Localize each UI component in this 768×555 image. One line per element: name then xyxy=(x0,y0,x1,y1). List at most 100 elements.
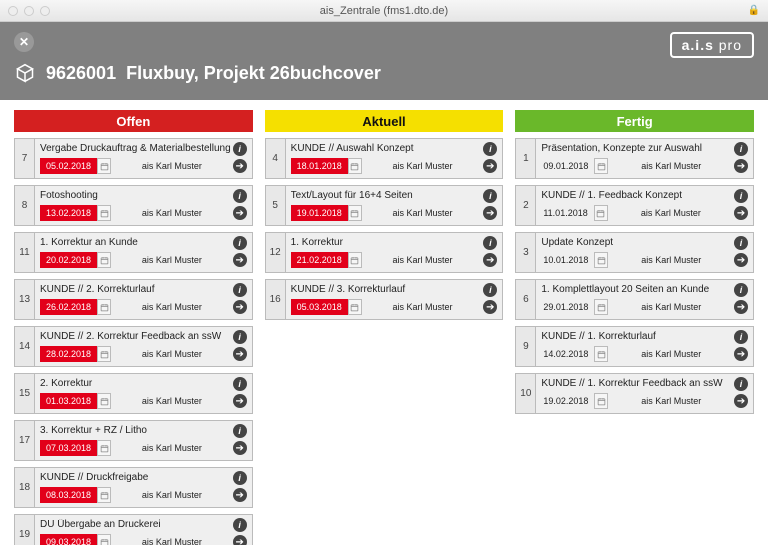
calendar-icon[interactable] xyxy=(594,205,608,221)
calendar-icon[interactable] xyxy=(97,487,111,503)
task-card[interactable]: 8Fotoshootingi13.02.2018ais Karl Muster➔ xyxy=(14,185,253,226)
window-min-dot[interactable] xyxy=(24,6,34,16)
info-icon[interactable]: i xyxy=(233,283,247,297)
task-card[interactable]: 13KUNDE // 2. Korrekturlaufi26.02.2018ai… xyxy=(14,279,253,320)
arrow-right-icon[interactable]: ➔ xyxy=(734,394,748,408)
info-icon[interactable]: i xyxy=(483,189,497,203)
task-card[interactable]: 61. Komplettlayout 20 Seiten an Kundei29… xyxy=(515,279,754,320)
arrow-right-icon[interactable]: ➔ xyxy=(483,253,497,267)
calendar-icon[interactable] xyxy=(348,252,362,268)
info-icon[interactable]: i xyxy=(734,330,748,344)
info-icon[interactable]: i xyxy=(734,189,748,203)
calendar-icon[interactable] xyxy=(594,158,608,174)
arrow-right-icon[interactable]: ➔ xyxy=(483,300,497,314)
task-card[interactable]: 19DU Übergabe an Druckereii09.03.2018ais… xyxy=(14,514,253,545)
arrow-right-icon[interactable]: ➔ xyxy=(483,159,497,173)
close-button[interactable]: ✕ xyxy=(14,32,34,52)
task-date[interactable]: 13.02.2018 xyxy=(40,205,111,221)
info-icon[interactable]: i xyxy=(734,377,748,391)
calendar-icon[interactable] xyxy=(97,252,111,268)
task-card[interactable]: 4KUNDE // Auswahl Konzepti18.01.2018ais … xyxy=(265,138,504,179)
calendar-icon[interactable] xyxy=(97,158,111,174)
task-date[interactable]: 29.01.2018 xyxy=(541,299,608,315)
task-card[interactable]: 18KUNDE // Druckfreigabei08.03.2018ais K… xyxy=(14,467,253,508)
calendar-icon[interactable] xyxy=(348,299,362,315)
task-card[interactable]: 2KUNDE // 1. Feedback Konzepti11.01.2018… xyxy=(515,185,754,226)
task-card[interactable]: 7Vergabe Druckauftrag & Materialbestellu… xyxy=(14,138,253,179)
info-icon[interactable]: i xyxy=(233,189,247,203)
info-icon[interactable]: i xyxy=(233,471,247,485)
column-lane-open[interactable]: 7Vergabe Druckauftrag & Materialbestellu… xyxy=(14,132,253,545)
arrow-right-icon[interactable]: ➔ xyxy=(233,488,247,502)
calendar-icon[interactable] xyxy=(594,252,608,268)
info-icon[interactable]: i xyxy=(233,236,247,250)
info-icon[interactable]: i xyxy=(734,283,748,297)
task-date[interactable]: 01.03.2018 xyxy=(40,393,111,409)
task-card[interactable]: 9KUNDE // 1. Korrekturlaufi14.02.2018ais… xyxy=(515,326,754,367)
task-date[interactable]: 05.03.2018 xyxy=(291,299,362,315)
calendar-icon[interactable] xyxy=(97,393,111,409)
arrow-right-icon[interactable]: ➔ xyxy=(233,253,247,267)
task-date[interactable]: 08.03.2018 xyxy=(40,487,111,503)
arrow-right-icon[interactable]: ➔ xyxy=(233,535,247,545)
task-date[interactable]: 20.02.2018 xyxy=(40,252,111,268)
arrow-right-icon[interactable]: ➔ xyxy=(734,159,748,173)
task-date[interactable]: 19.02.2018 xyxy=(541,393,608,409)
calendar-icon[interactable] xyxy=(594,393,608,409)
calendar-icon[interactable] xyxy=(97,346,111,362)
info-icon[interactable]: i xyxy=(483,142,497,156)
task-date[interactable]: 09.03.2018 xyxy=(40,534,111,545)
task-date[interactable]: 14.02.2018 xyxy=(541,346,608,362)
arrow-right-icon[interactable]: ➔ xyxy=(233,300,247,314)
task-card[interactable]: 5Text/Layout für 16+4 Seiteni19.01.2018a… xyxy=(265,185,504,226)
task-date[interactable]: 21.02.2018 xyxy=(291,252,362,268)
arrow-right-icon[interactable]: ➔ xyxy=(233,441,247,455)
calendar-icon[interactable] xyxy=(594,299,608,315)
window-max-dot[interactable] xyxy=(40,6,50,16)
calendar-icon[interactable] xyxy=(348,158,362,174)
task-date[interactable]: 19.01.2018 xyxy=(291,205,362,221)
arrow-right-icon[interactable]: ➔ xyxy=(734,347,748,361)
task-card[interactable]: 173. Korrektur + RZ / Lithoi07.03.2018ai… xyxy=(14,420,253,461)
task-card[interactable]: 10KUNDE // 1. Korrektur Feedback an ssWi… xyxy=(515,373,754,414)
task-card[interactable]: 3Update Konzepti10.01.2018ais Karl Muste… xyxy=(515,232,754,273)
info-icon[interactable]: i xyxy=(734,142,748,156)
task-date[interactable]: 05.02.2018 xyxy=(40,158,111,174)
calendar-icon[interactable] xyxy=(97,440,111,456)
info-icon[interactable]: i xyxy=(734,236,748,250)
arrow-right-icon[interactable]: ➔ xyxy=(233,347,247,361)
task-card[interactable]: 111. Korrektur an Kundei20.02.2018ais Ka… xyxy=(14,232,253,273)
task-date[interactable]: 10.01.2018 xyxy=(541,252,608,268)
task-date[interactable]: 11.01.2018 xyxy=(541,205,607,221)
arrow-right-icon[interactable]: ➔ xyxy=(734,206,748,220)
info-icon[interactable]: i xyxy=(233,142,247,156)
task-date[interactable]: 26.02.2018 xyxy=(40,299,111,315)
task-card[interactable]: 14KUNDE // 2. Korrektur Feedback an ssWi… xyxy=(14,326,253,367)
arrow-right-icon[interactable]: ➔ xyxy=(734,300,748,314)
arrow-right-icon[interactable]: ➔ xyxy=(233,206,247,220)
column-lane-current[interactable]: 4KUNDE // Auswahl Konzepti18.01.2018ais … xyxy=(265,132,504,545)
calendar-icon[interactable] xyxy=(97,299,111,315)
info-icon[interactable]: i xyxy=(233,518,247,532)
info-icon[interactable]: i xyxy=(233,377,247,391)
task-date[interactable]: 07.03.2018 xyxy=(40,440,111,456)
arrow-right-icon[interactable]: ➔ xyxy=(233,394,247,408)
calendar-icon[interactable] xyxy=(97,534,111,545)
info-icon[interactable]: i xyxy=(233,330,247,344)
arrow-right-icon[interactable]: ➔ xyxy=(483,206,497,220)
info-icon[interactable]: i xyxy=(483,283,497,297)
calendar-icon[interactable] xyxy=(594,346,608,362)
info-icon[interactable]: i xyxy=(233,424,247,438)
arrow-right-icon[interactable]: ➔ xyxy=(233,159,247,173)
info-icon[interactable]: i xyxy=(483,236,497,250)
task-card[interactable]: 1Präsentation, Konzepte zur Auswahli09.0… xyxy=(515,138,754,179)
task-date[interactable]: 09.01.2018 xyxy=(541,158,608,174)
task-date[interactable]: 18.01.2018 xyxy=(291,158,362,174)
arrow-right-icon[interactable]: ➔ xyxy=(734,253,748,267)
window-close-dot[interactable] xyxy=(8,6,18,16)
calendar-icon[interactable] xyxy=(348,205,362,221)
column-lane-done[interactable]: 1Präsentation, Konzepte zur Auswahli09.0… xyxy=(515,132,754,545)
task-card[interactable]: 16KUNDE // 3. Korrekturlaufi05.03.2018ai… xyxy=(265,279,504,320)
task-date[interactable]: 28.02.2018 xyxy=(40,346,111,362)
task-card[interactable]: 152. Korrekturi01.03.2018ais Karl Muster… xyxy=(14,373,253,414)
